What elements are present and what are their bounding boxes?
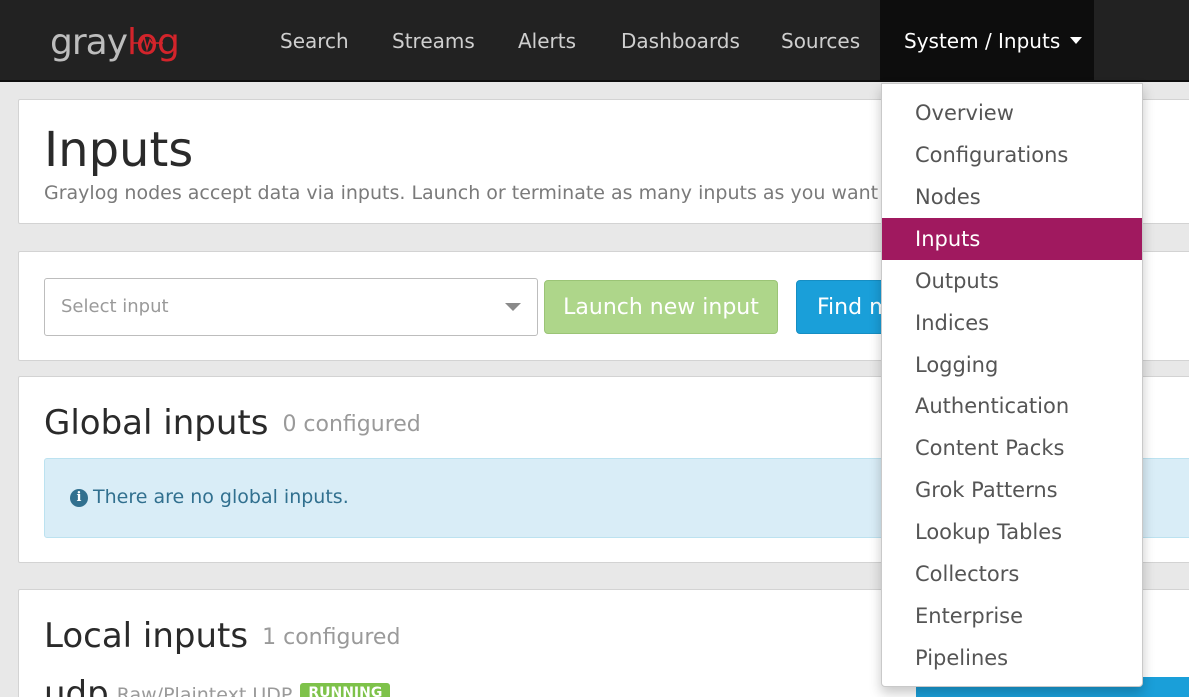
- local-input-row: udp Raw/Plaintext UDP RUNNING: [44, 674, 391, 697]
- nav-search[interactable]: Search: [280, 0, 349, 80]
- page-title: Inputs: [44, 122, 194, 178]
- caret-down-icon: [1070, 37, 1083, 44]
- nav-streams[interactable]: Streams: [392, 0, 475, 80]
- menu-item-collectors[interactable]: Collectors: [882, 553, 1142, 595]
- menu-item-grok-patterns[interactable]: Grok Patterns: [882, 469, 1142, 511]
- graylog-logo[interactable]: graylog: [50, 22, 180, 64]
- menu-item-logging[interactable]: Logging: [882, 344, 1142, 386]
- menu-item-enterprise[interactable]: Enterprise: [882, 595, 1142, 637]
- input-name: udp: [44, 674, 109, 697]
- info-circle-icon: i: [70, 489, 88, 507]
- logo-text-gray: gray: [50, 22, 128, 63]
- nav-system-inputs-label: System / Inputs: [904, 29, 1061, 53]
- menu-item-authentication[interactable]: Authentication: [882, 385, 1142, 427]
- system-dropdown-menu: Overview Configurations Nodes Inputs Out…: [881, 83, 1143, 687]
- nav-dashboards[interactable]: Dashboards: [621, 0, 740, 80]
- local-inputs-count: 1 configured: [262, 625, 401, 650]
- menu-item-overview[interactable]: Overview: [882, 92, 1142, 134]
- launch-new-input-button[interactable]: Launch new input: [544, 280, 778, 334]
- page-description: Graylog nodes accept data via inputs. La…: [44, 182, 927, 204]
- menu-item-outputs[interactable]: Outputs: [882, 260, 1142, 302]
- top-navbar: graylog Search Streams Alerts Dashboards…: [0, 0, 1189, 82]
- logo-pulse-icon: [133, 34, 163, 52]
- global-inputs-count: 0 configured: [282, 412, 421, 437]
- menu-item-lookup-tables[interactable]: Lookup Tables: [882, 511, 1142, 553]
- local-inputs-heading: Local inputs 1 configured: [44, 616, 400, 656]
- status-badge: RUNNING: [300, 683, 391, 697]
- local-inputs-title: Local inputs: [44, 616, 249, 656]
- menu-item-content-packs[interactable]: Content Packs: [882, 427, 1142, 469]
- global-inputs-title: Global inputs: [44, 403, 269, 443]
- select-input-placeholder: Select input: [61, 296, 169, 317]
- chevron-down-icon: [505, 303, 521, 311]
- menu-item-nodes[interactable]: Nodes: [882, 176, 1142, 218]
- menu-item-pipelines[interactable]: Pipelines: [882, 637, 1142, 679]
- menu-item-configurations[interactable]: Configurations: [882, 134, 1142, 176]
- menu-item-inputs[interactable]: Inputs: [882, 218, 1142, 260]
- select-input-dropdown[interactable]: Select input: [44, 278, 538, 336]
- menu-item-indices[interactable]: Indices: [882, 302, 1142, 344]
- nav-system-inputs[interactable]: System / Inputs: [880, 0, 1094, 80]
- global-inputs-heading: Global inputs 0 configured: [44, 403, 421, 443]
- input-type: Raw/Plaintext UDP: [116, 684, 293, 697]
- nav-sources[interactable]: Sources: [781, 0, 860, 80]
- no-global-inputs-message: There are no global inputs.: [93, 486, 349, 508]
- nav-alerts[interactable]: Alerts: [518, 0, 576, 80]
